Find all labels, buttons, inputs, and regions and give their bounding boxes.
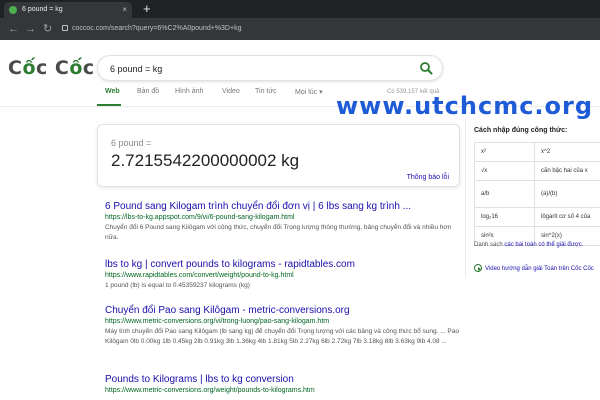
browser-tab[interactable]: 6 pound = kg × xyxy=(4,2,132,18)
result-title-link[interactable]: Chuyển đổi Pao sang Kilôgam - metric-con… xyxy=(105,305,460,316)
tab-video[interactable]: Video xyxy=(222,88,240,95)
panel-note-text: Danh sách xyxy=(474,242,505,248)
result-url: https://www.metric-conversions.org/vi/tr… xyxy=(105,318,330,325)
logo-text-3: c xyxy=(82,57,95,79)
tab-news[interactable]: Tin tức xyxy=(255,88,277,95)
tab-web[interactable]: Web xyxy=(105,88,120,95)
logo-o-1: ố xyxy=(22,57,37,79)
formula-input: căn bậc hai của x xyxy=(534,161,600,181)
browser-tab-strip: 6 pound = kg × + xyxy=(0,0,600,18)
report-error-link[interactable]: Thông báo lỗi xyxy=(407,174,449,181)
table-row: log₂16 lôgarit cơ số 4 của xyxy=(474,207,600,227)
formula-symbol: x² xyxy=(474,142,535,162)
result-title-link[interactable]: lbs to kg | convert pounds to kilograms … xyxy=(105,259,460,270)
watermark-text: www.utchcmc.org xyxy=(336,92,594,120)
time-filter-dropdown[interactable]: Mọi lúc ▾ xyxy=(295,88,323,96)
result-title-link[interactable]: 6 Pound sang Kilogam trình chuyển đổi đơ… xyxy=(105,201,460,212)
search-icon[interactable] xyxy=(419,61,433,75)
favicon-icon xyxy=(9,6,17,14)
formula-symbol: √x xyxy=(474,161,535,181)
formula-help-panel: Cách nhập đúng công thức: x² x^2 √x căn bậ… xyxy=(465,118,600,278)
search-box xyxy=(97,55,443,81)
table-row: a/b (a)/(b) xyxy=(474,180,600,208)
calc-result: 2.7215542200000002 kg xyxy=(111,151,300,170)
video-guide-link[interactable]: Video hướng dẫn giải Toán trên Cốc Cốc xyxy=(474,264,594,272)
tab-close-icon[interactable]: × xyxy=(122,2,127,18)
search-result: Pounds to Kilograms | lbs to kg conversi… xyxy=(105,374,460,394)
formula-symbol: a/b xyxy=(474,180,535,208)
play-icon xyxy=(474,264,482,272)
result-url: https://www.metric-conversions.org/weigh… xyxy=(105,387,315,394)
solvable-problems-link[interactable]: các bài toán có thể giải được. xyxy=(504,242,583,248)
lock-icon xyxy=(62,25,68,31)
formula-input: lôgarit cơ số 4 của xyxy=(534,207,600,227)
coccoc-logo[interactable]: Cốc Cốc xyxy=(8,57,95,79)
formula-symbol: log₂16 xyxy=(474,207,535,227)
url-field[interactable]: coccoc.com/search?query=6%C2%A0pound+%3D… xyxy=(62,22,241,36)
calc-expression: 6 pound = xyxy=(111,138,152,148)
logo-o-2: ố xyxy=(69,57,83,79)
tab-maps[interactable]: Bản đồ xyxy=(137,88,159,95)
panel-note: Danh sách các bài toán có thể giải được. xyxy=(474,242,583,248)
search-result: Chuyển đổi Pao sang Kilôgam - metric-con… xyxy=(105,305,460,347)
back-arrow-icon[interactable]: ← xyxy=(8,21,19,37)
panel-title: Cách nhập đúng công thức: xyxy=(474,127,568,134)
video-guide-label: Video hướng dẫn giải Toán trên Cốc Cốc xyxy=(485,266,594,272)
result-url: https://www.rapidtables.com/convert/weig… xyxy=(105,272,294,279)
formula-table: x² x^2 √x căn bậc hai của x a/b (a)/(b) log… xyxy=(474,142,600,246)
new-tab-button[interactable]: + xyxy=(143,0,151,18)
formula-input: x^2 xyxy=(534,142,600,162)
search-result: 6 Pound sang Kilogam trình chuyển đổi đơ… xyxy=(105,201,460,243)
address-bar: ← → ↻ coccoc.com/search?query=6%C2%A0pou… xyxy=(0,18,600,40)
formula-input: (a)/(b) xyxy=(534,180,600,208)
forward-arrow-icon[interactable]: → xyxy=(25,21,36,37)
search-result: lbs to kg | convert pounds to kilograms … xyxy=(105,259,460,291)
reload-icon[interactable]: ↻ xyxy=(43,21,52,37)
result-snippet: 1 pound (lb) is equal to 0.45359237 kilo… xyxy=(105,282,250,289)
result-snippet: Chuyển đổi 6 Pound sang Kilôgam với công… xyxy=(105,224,452,241)
url-text: coccoc.com/search?query=6%C2%A0pound+%3D… xyxy=(72,25,242,32)
tab-images[interactable]: Hình ảnh xyxy=(175,88,203,95)
unit-converter-card: 6 pound = 2.7215542200000002 kg Thông bá… xyxy=(97,124,460,187)
table-row: √x căn bậc hai của x xyxy=(474,161,600,181)
result-snippet: Máy tính chuyển đổi Pao sang Kilôgam (lb… xyxy=(105,328,459,345)
result-title-link[interactable]: Pounds to Kilograms | lbs to kg conversi… xyxy=(105,374,460,385)
search-input[interactable] xyxy=(110,61,410,76)
logo-text-1: C xyxy=(8,57,23,79)
tab-title: 6 pound = kg xyxy=(22,6,63,13)
result-url: https://lbs-to-kg.appspot.com/9/vi/6-pou… xyxy=(105,214,295,221)
table-row: x² x^2 xyxy=(474,142,600,162)
logo-text-2: c C xyxy=(36,57,70,79)
